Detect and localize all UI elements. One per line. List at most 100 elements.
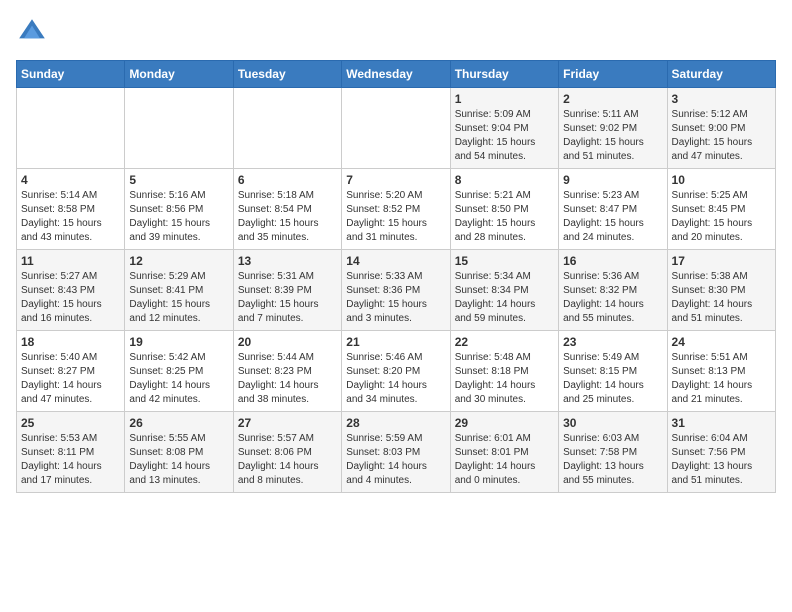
calendar-cell: 27 Sunrise: 5:57 AM Sunset: 8:06 PM Dayli… xyxy=(233,412,341,493)
calendar-cell: 1 Sunrise: 5:09 AM Sunset: 9:04 PM Daylig… xyxy=(450,88,558,169)
day-info: Sunrise: 5:14 AM Sunset: 8:58 PM Dayligh… xyxy=(21,189,120,245)
day-info: Sunrise: 5:11 AM Sunset: 9:02 PM Dayligh… xyxy=(563,108,662,164)
day-number: 21 xyxy=(346,335,445,349)
calendar-cell xyxy=(342,88,450,169)
day-info: Sunrise: 5:51 AM Sunset: 8:13 PM Dayligh… xyxy=(672,351,771,407)
day-info: Sunrise: 5:36 AM Sunset: 8:32 PM Dayligh… xyxy=(563,270,662,326)
day-number: 12 xyxy=(129,254,228,268)
calendar-cell: 25 Sunrise: 5:53 AM Sunset: 8:11 PM Dayli… xyxy=(17,412,125,493)
day-header-saturday: Saturday xyxy=(667,61,775,88)
day-number: 20 xyxy=(238,335,337,349)
week-row-4: 18 Sunrise: 5:40 AM Sunset: 8:27 PM Dayli… xyxy=(17,331,776,412)
week-row-3: 11 Sunrise: 5:27 AM Sunset: 8:43 PM Dayli… xyxy=(17,250,776,331)
day-number: 24 xyxy=(672,335,771,349)
day-number: 17 xyxy=(672,254,771,268)
day-info: Sunrise: 5:09 AM Sunset: 9:04 PM Dayligh… xyxy=(455,108,554,164)
day-info: Sunrise: 5:34 AM Sunset: 8:34 PM Dayligh… xyxy=(455,270,554,326)
calendar-cell: 12Sunrise: 5:29 AM Sunset: 8:41 PM Dayli… xyxy=(125,250,233,331)
day-info: Sunrise: 5:21 AM Sunset: 8:50 PM Dayligh… xyxy=(455,189,554,245)
day-number: 28 xyxy=(346,416,445,430)
calendar-cell: 26 Sunrise: 5:55 AM Sunset: 8:08 PM Dayli… xyxy=(125,412,233,493)
day-number: 22 xyxy=(455,335,554,349)
calendar-cell: 30 Sunrise: 6:03 AM Sunset: 7:58 PM Dayli… xyxy=(559,412,667,493)
day-info: Sunrise: 5:27 AM Sunset: 8:43 PM Dayligh… xyxy=(21,270,120,326)
calendar-cell: 17 Sunrise: 5:38 AM Sunset: 8:30 PM Dayli… xyxy=(667,250,775,331)
day-number: 23 xyxy=(563,335,662,349)
calendar-cell: 8 Sunrise: 5:21 AM Sunset: 8:50 PM Daylig… xyxy=(450,169,558,250)
day-header-monday: Monday xyxy=(125,61,233,88)
day-number: 6 xyxy=(238,173,337,187)
day-header-wednesday: Wednesday xyxy=(342,61,450,88)
calendar-cell: 3 Sunrise: 5:12 AM Sunset: 9:00 PM Daylig… xyxy=(667,88,775,169)
calendar-cell: 15 Sunrise: 5:34 AM Sunset: 8:34 PM Dayli… xyxy=(450,250,558,331)
day-info: Sunrise: 5:53 AM Sunset: 8:11 PM Dayligh… xyxy=(21,432,120,488)
calendar-cell: 24 Sunrise: 5:51 AM Sunset: 8:13 PM Dayli… xyxy=(667,331,775,412)
calendar-cell xyxy=(233,88,341,169)
calendar-cell: 22 Sunrise: 5:48 AM Sunset: 8:18 PM Dayli… xyxy=(450,331,558,412)
day-number: 16 xyxy=(563,254,662,268)
day-number: 8 xyxy=(455,173,554,187)
day-number: 11 xyxy=(21,254,120,268)
day-header-thursday: Thursday xyxy=(450,61,558,88)
day-info: Sunrise: 5:33 AM Sunset: 8:36 PM Dayligh… xyxy=(346,270,445,326)
day-number: 30 xyxy=(563,416,662,430)
day-number: 4 xyxy=(21,173,120,187)
day-info: Sunrise: 5:12 AM Sunset: 9:00 PM Dayligh… xyxy=(672,108,771,164)
logo-icon xyxy=(16,16,48,48)
day-number: 2 xyxy=(563,92,662,106)
day-number: 9 xyxy=(563,173,662,187)
day-info: Sunrise: 5:48 AM Sunset: 8:18 PM Dayligh… xyxy=(455,351,554,407)
calendar-cell: 31Sunrise: 6:04 AM Sunset: 7:56 PM Dayli… xyxy=(667,412,775,493)
week-row-1: 1 Sunrise: 5:09 AM Sunset: 9:04 PM Daylig… xyxy=(17,88,776,169)
day-info: Sunrise: 5:16 AM Sunset: 8:56 PM Dayligh… xyxy=(129,189,228,245)
day-number: 31 xyxy=(672,416,771,430)
day-number: 10 xyxy=(672,173,771,187)
calendar-cell: 20 Sunrise: 5:44 AM Sunset: 8:23 PM Dayli… xyxy=(233,331,341,412)
day-info: Sunrise: 5:31 AM Sunset: 8:39 PM Dayligh… xyxy=(238,270,337,326)
day-info: Sunrise: 5:55 AM Sunset: 8:08 PM Dayligh… xyxy=(129,432,228,488)
day-number: 19 xyxy=(129,335,228,349)
day-number: 14 xyxy=(346,254,445,268)
day-number: 13 xyxy=(238,254,337,268)
calendar-cell: 6 Sunrise: 5:18 AM Sunset: 8:54 PM Daylig… xyxy=(233,169,341,250)
day-info: Sunrise: 5:38 AM Sunset: 8:30 PM Dayligh… xyxy=(672,270,771,326)
day-info: Sunrise: 5:18 AM Sunset: 8:54 PM Dayligh… xyxy=(238,189,337,245)
week-row-5: 25 Sunrise: 5:53 AM Sunset: 8:11 PM Dayli… xyxy=(17,412,776,493)
day-number: 15 xyxy=(455,254,554,268)
calendar-cell: 5 Sunrise: 5:16 AM Sunset: 8:56 PM Daylig… xyxy=(125,169,233,250)
calendar-cell: 21 Sunrise: 5:46 AM Sunset: 8:20 PM Dayli… xyxy=(342,331,450,412)
day-info: Sunrise: 5:57 AM Sunset: 8:06 PM Dayligh… xyxy=(238,432,337,488)
day-info: Sunrise: 5:59 AM Sunset: 8:03 PM Dayligh… xyxy=(346,432,445,488)
day-number: 5 xyxy=(129,173,228,187)
day-number: 18 xyxy=(21,335,120,349)
calendar-cell: 2 Sunrise: 5:11 AM Sunset: 9:02 PM Daylig… xyxy=(559,88,667,169)
calendar-cell: 10 Sunrise: 5:25 AM Sunset: 8:45 PM Dayli… xyxy=(667,169,775,250)
calendar-cell: 29 Sunrise: 6:01 AM Sunset: 8:01 PM Dayli… xyxy=(450,412,558,493)
calendar-cell: 11 Sunrise: 5:27 AM Sunset: 8:43 PM Dayli… xyxy=(17,250,125,331)
day-info: Sunrise: 5:40 AM Sunset: 8:27 PM Dayligh… xyxy=(21,351,120,407)
day-number: 26 xyxy=(129,416,228,430)
day-number: 27 xyxy=(238,416,337,430)
day-header-tuesday: Tuesday xyxy=(233,61,341,88)
day-info: Sunrise: 6:01 AM Sunset: 8:01 PM Dayligh… xyxy=(455,432,554,488)
day-number: 3 xyxy=(672,92,771,106)
calendar-cell: 19Sunrise: 5:42 AM Sunset: 8:25 PM Dayli… xyxy=(125,331,233,412)
calendar-cell: 7Sunrise: 5:20 AM Sunset: 8:52 PM Daylig… xyxy=(342,169,450,250)
day-number: 1 xyxy=(455,92,554,106)
day-info: Sunrise: 5:23 AM Sunset: 8:47 PM Dayligh… xyxy=(563,189,662,245)
day-info: Sunrise: 6:03 AM Sunset: 7:58 PM Dayligh… xyxy=(563,432,662,488)
calendar-cell xyxy=(125,88,233,169)
calendar-cell: 18 Sunrise: 5:40 AM Sunset: 8:27 PM Dayli… xyxy=(17,331,125,412)
day-number: 29 xyxy=(455,416,554,430)
logo xyxy=(16,16,52,48)
calendar-cell xyxy=(17,88,125,169)
week-row-2: 4 Sunrise: 5:14 AM Sunset: 8:58 PM Daylig… xyxy=(17,169,776,250)
calendar-cell: 4 Sunrise: 5:14 AM Sunset: 8:58 PM Daylig… xyxy=(17,169,125,250)
day-info: Sunrise: 5:44 AM Sunset: 8:23 PM Dayligh… xyxy=(238,351,337,407)
day-info: Sunrise: 5:25 AM Sunset: 8:45 PM Dayligh… xyxy=(672,189,771,245)
day-number: 25 xyxy=(21,416,120,430)
calendar-cell: 9 Sunrise: 5:23 AM Sunset: 8:47 PM Daylig… xyxy=(559,169,667,250)
day-info: Sunrise: 5:46 AM Sunset: 8:20 PM Dayligh… xyxy=(346,351,445,407)
day-header-friday: Friday xyxy=(559,61,667,88)
header-row: SundayMondayTuesdayWednesdayThursdayFrid… xyxy=(17,61,776,88)
